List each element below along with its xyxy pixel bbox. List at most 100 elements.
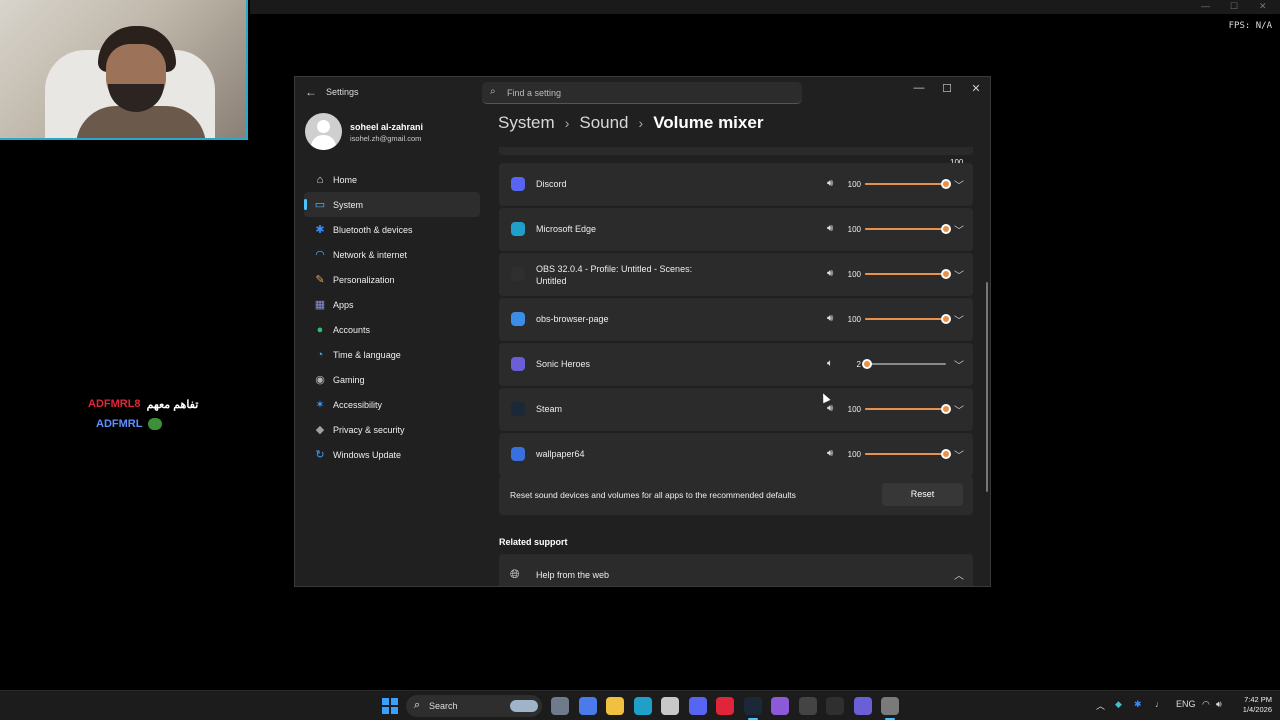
- chevron-down-icon[interactable]: ﹀: [954, 177, 964, 192]
- speaker-mute-icon[interactable]: 🔊︎: [827, 268, 833, 279]
- volume-value: 2: [856, 360, 861, 369]
- language-indicator[interactable]: ENG: [1176, 699, 1196, 709]
- chat-message: ADFMRL8 تفاهم معهم: [88, 394, 198, 414]
- wallpaper-engine-icon: [511, 447, 525, 461]
- sidebar-item-privacy-security[interactable]: ◆ Privacy & security: [304, 417, 480, 442]
- sidebar-item-label: Privacy & security: [333, 424, 405, 435]
- sidebar-item-label: Windows Update: [333, 449, 402, 460]
- close-icon[interactable]: ✕: [1259, 1, 1267, 12]
- breadcrumb: System › Sound › Volume mixer: [498, 113, 763, 133]
- minimize-icon[interactable]: —: [1201, 1, 1210, 11]
- sidebar-item-personalization[interactable]: ✎ Personalization: [304, 267, 480, 292]
- volume-slider[interactable]: [865, 314, 951, 324]
- wifi-icon: ◠: [315, 248, 325, 261]
- volume-slider-thumb[interactable]: [941, 179, 951, 189]
- volume-slider-thumb[interactable]: [941, 449, 951, 459]
- sidebar-item-network-internet[interactable]: ◠ Network & internet: [304, 242, 480, 267]
- volume-slider[interactable]: [865, 224, 951, 234]
- sidebar-item-apps[interactable]: ▦ Apps: [304, 292, 480, 317]
- taskbar-edge-icon[interactable]: [633, 697, 652, 715]
- chevron-down-icon[interactable]: ﹀: [954, 402, 964, 417]
- sidebar-item-time-language[interactable]: ◔ Time & language: [304, 342, 480, 367]
- volume-slider-thumb[interactable]: [941, 269, 951, 279]
- shield-icon: ◆: [315, 423, 325, 436]
- wifi-tray-icon[interactable]: ◠: [1202, 699, 1210, 710]
- speaker-mute-icon[interactable]: 🔊︎: [827, 313, 833, 324]
- chevron-down-icon[interactable]: ﹀: [954, 312, 964, 327]
- avatar-body: [311, 135, 336, 150]
- chevron-down-icon[interactable]: ﹀: [954, 222, 964, 237]
- sidebar-item-accounts[interactable]: ● Accounts: [304, 317, 480, 342]
- taskbar-chatgpt-icon[interactable]: [798, 697, 817, 715]
- taskbar-steam-icon[interactable]: [743, 697, 762, 720]
- sidebar-item-gaming[interactable]: ◉ Gaming: [304, 367, 480, 392]
- volume-slider-fill: [865, 228, 946, 230]
- chevron-down-icon[interactable]: ﹀: [954, 267, 964, 282]
- maximize-icon[interactable]: ☐: [1230, 1, 1238, 12]
- speaker-mute-icon[interactable]: 🔊︎: [827, 223, 833, 234]
- volume-slider-thumb[interactable]: [941, 314, 951, 324]
- taskbar-discord-icon[interactable]: [688, 697, 707, 715]
- sidebar-item-accessibility[interactable]: ✶ Accessibility: [304, 392, 480, 417]
- taskbar-visual-studio-icon[interactable]: [771, 697, 789, 715]
- speaker-mute-icon[interactable]: 🔈︎: [827, 358, 833, 369]
- sidebar-item-label: Accessibility: [333, 399, 383, 410]
- obs-icon: [511, 267, 525, 281]
- brush-icon: ✎: [315, 273, 325, 286]
- chevron-down-icon[interactable]: ﹀: [954, 447, 964, 462]
- volume-slider-thumb[interactable]: [861, 359, 872, 369]
- volume-value: 100: [847, 225, 861, 234]
- speaker-mute-icon[interactable]: 🔊︎: [827, 403, 833, 414]
- speaker-mute-icon[interactable]: 🔊︎: [827, 178, 833, 189]
- sidebar-item-label: Bluetooth & devices: [333, 224, 413, 235]
- sidebar-nav: ⌂ Home ▭ System ✱ Bluetooth & devices ◠ Network…: [304, 167, 480, 467]
- volume-slider[interactable]: [865, 269, 951, 279]
- breadcrumb-system[interactable]: System: [498, 113, 555, 133]
- taskbar-copilot-icon[interactable]: [578, 697, 597, 715]
- chat-text: تفاهم معهم: [146, 398, 199, 411]
- volume-slider[interactable]: [865, 404, 951, 414]
- chevron-up-icon[interactable]: ︿: [954, 567, 964, 582]
- maximize-button[interactable]: ☐: [937, 82, 957, 95]
- settings-search-input[interactable]: ⌕ Find a setting: [482, 82, 802, 104]
- microphone-tray-icon[interactable]: ♩: [1155, 699, 1164, 709]
- taskbar-clock[interactable]: 7:42 PM 1/4/2026: [1232, 695, 1272, 715]
- search-icon: ⌕: [490, 86, 496, 97]
- update-icon: ↻: [315, 448, 325, 461]
- taskbar-sonic-heroes-icon[interactable]: [853, 697, 872, 715]
- help-from-the-web-row[interactable]: 🌐︎ Help from the web ︿: [499, 554, 973, 586]
- taskbar-search[interactable]: ⌕ Search: [406, 695, 542, 717]
- sidebar-item-windows-update[interactable]: ↻ Windows Update: [304, 442, 480, 467]
- app-volume-row: Sonic Heroes 🔈︎ 2 ﹀: [499, 343, 973, 386]
- network-tray-icon[interactable]: ◆: [1115, 699, 1122, 710]
- volume-slider[interactable]: [865, 179, 951, 189]
- taskbar-file-explorer-icon[interactable]: [551, 697, 569, 715]
- window-title: Settings: [326, 87, 359, 97]
- breadcrumb-sound[interactable]: Sound: [579, 113, 628, 133]
- minimize-button[interactable]: —: [909, 82, 929, 94]
- sidebar-item-home[interactable]: ⌂ Home: [304, 167, 480, 192]
- scrollbar[interactable]: [986, 282, 988, 492]
- sidebar-item-system[interactable]: ▭ System: [304, 192, 480, 217]
- start-button[interactable]: [382, 698, 398, 714]
- volume-slider-thumb[interactable]: [941, 404, 951, 414]
- volume-slider[interactable]: [861, 359, 946, 369]
- search-highlight-icon: [510, 700, 538, 712]
- volume-slider-thumb[interactable]: [941, 224, 951, 234]
- sidebar-item-bluetooth-devices[interactable]: ✱ Bluetooth & devices: [304, 217, 480, 242]
- taskbar-store-icon[interactable]: [661, 697, 679, 715]
- close-button[interactable]: ✕: [966, 82, 986, 95]
- taskbar-opera-icon[interactable]: [716, 697, 734, 715]
- reset-button[interactable]: Reset: [882, 483, 963, 506]
- taskbar-settings-icon[interactable]: [881, 697, 899, 720]
- back-arrow-icon[interactable]: ←: [305, 85, 317, 99]
- clock-time: 7:42 PM: [1244, 695, 1272, 704]
- speaker-mute-icon[interactable]: 🔊︎: [827, 448, 833, 459]
- chevron-down-icon[interactable]: ﹀: [954, 357, 964, 372]
- volume-slider[interactable]: [865, 449, 951, 459]
- taskbar-folder-icon[interactable]: [606, 697, 624, 715]
- bluetooth-tray-icon[interactable]: ✱: [1134, 699, 1142, 710]
- show-hidden-icons-icon[interactable]: ︿: [1096, 699, 1105, 712]
- volume-tray-icon[interactable]: 🔊︎: [1216, 699, 1222, 710]
- taskbar-obs-icon[interactable]: [826, 697, 844, 715]
